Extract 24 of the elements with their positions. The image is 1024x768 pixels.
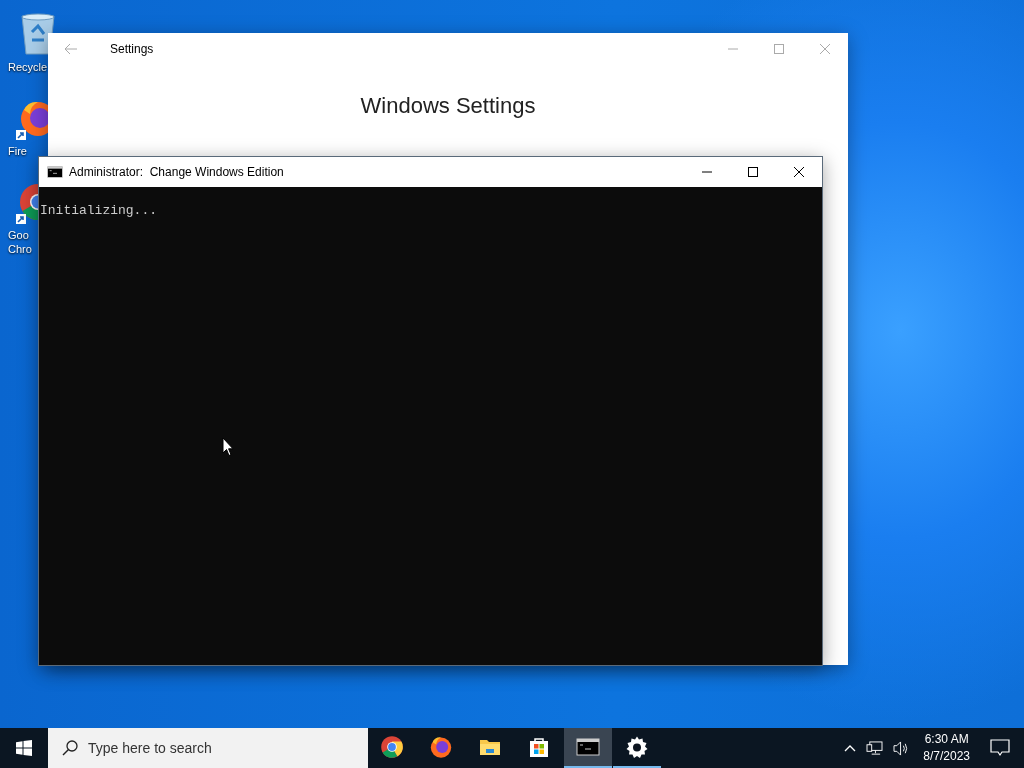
- clock-date[interactable]: 8/7/2023: [923, 748, 970, 765]
- console-output: Initializing...: [40, 203, 159, 218]
- window-title: Administrator: Change Windows Edition: [69, 165, 285, 179]
- maximize-icon[interactable]: [748, 167, 758, 177]
- clock-time[interactable]: 6:30 AM: [924, 731, 969, 748]
- windows-logo-icon[interactable]: [16, 740, 32, 756]
- terminal-icon: [47, 164, 63, 180]
- network-icon[interactable]: [866, 740, 884, 756]
- chevron-up-icon[interactable]: [844, 744, 857, 752]
- window-title: Settings: [110, 42, 155, 56]
- icon-label[interactable]: Goo Chro: [8, 228, 32, 256]
- page-heading: Windows Settings: [359, 93, 537, 119]
- icon-label[interactable]: Recycle: [8, 60, 48, 74]
- terminal-icon: [576, 735, 600, 759]
- firefox-icon: [429, 735, 453, 759]
- taskbar-app-button[interactable]: [564, 728, 612, 768]
- notification-icon[interactable]: [990, 739, 1010, 757]
- chrome-icon: [380, 735, 404, 759]
- close-icon[interactable]: [794, 167, 804, 177]
- icon-label[interactable]: Fire: [8, 144, 27, 158]
- cursor-icon: [222, 437, 234, 457]
- shopping-bag-icon: [527, 735, 551, 759]
- gear-icon: [625, 735, 649, 759]
- search-field[interactable]: Type here to search: [48, 728, 368, 768]
